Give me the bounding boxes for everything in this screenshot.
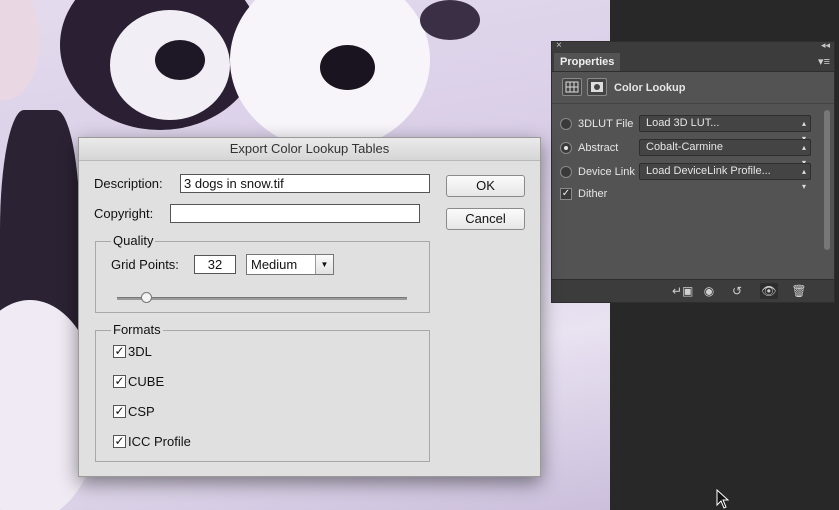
select-abstract[interactable]: Cobalt-Carmine▴▾ [639, 139, 811, 167]
quality-slider-track[interactable] [117, 297, 407, 300]
view-previous-state-icon[interactable]: ◉ [700, 283, 718, 299]
grid-points-label: Grid Points: [111, 257, 179, 272]
radio-device-link[interactable] [560, 166, 572, 178]
copyright-label: Copyright: [94, 206, 154, 221]
cancel-button[interactable]: Cancel [446, 208, 525, 230]
format-label: CSP [128, 404, 155, 419]
format-3dl-checkbox[interactable]: ✓ [113, 345, 126, 358]
collapse-panel-icon[interactable]: ◂◂ [821, 40, 830, 51]
radio-3dlut-file[interactable] [560, 118, 572, 130]
close-panel-icon[interactable]: × [556, 40, 562, 51]
trash-icon[interactable]: 🗑 [790, 283, 808, 299]
ok-button[interactable]: OK [446, 175, 525, 197]
quality-slider-thumb[interactable] [140, 292, 152, 303]
quality-group-title: Quality [111, 233, 156, 248]
format-label: ICC Profile [128, 434, 191, 449]
row-label: Abstract [578, 142, 619, 154]
mouse-cursor-icon [716, 489, 730, 509]
tab-properties[interactable]: Properties [554, 53, 621, 71]
select-device-link[interactable]: Load DeviceLink Profile... ▴ ▾ [639, 163, 811, 191]
layer-mask-icon[interactable] [587, 78, 607, 96]
chevron-down-icon: ▼ [315, 255, 333, 274]
row-label: 3DLUT File [578, 118, 634, 130]
row-dither: ✓ Dither [560, 185, 822, 203]
properties-panel: × ◂◂ Properties ▾≡ Color Lookup 3DLUT Fi… [551, 40, 835, 303]
dither-label: Dither [578, 188, 608, 200]
format-label: CUBE [128, 374, 165, 389]
panel-tab-row: Properties ▾≡ [552, 53, 834, 72]
format-icc-profile-checkbox[interactable]: ✓ [113, 435, 126, 448]
panel-menu-icon[interactable]: ▾≡ [818, 55, 830, 68]
formats-group-title: Formats [111, 322, 163, 337]
visibility-eye-icon[interactable]: 👁 [760, 283, 778, 299]
format-cube-checkbox[interactable]: ✓ [113, 375, 126, 388]
row-label: Device Link [578, 166, 635, 178]
export-color-lookup-dialog: Export Color Lookup Tables Description: … [78, 137, 541, 477]
panel-scrollbar[interactable] [824, 110, 830, 250]
copyright-field[interactable] [170, 204, 420, 223]
quality-preset-select[interactable]: Medium ▼ [246, 254, 334, 275]
description-label: Description: [94, 176, 163, 191]
dialog-title: Export Color Lookup Tables [79, 138, 540, 161]
properties-header: Color Lookup [552, 73, 834, 104]
formats-group: Formats ✓ 3DL ✓ CUBE ✓ CSP ✓ ICC Profile [95, 322, 430, 462]
clip-to-layer-icon[interactable]: ↵▣ [672, 283, 693, 299]
row-device-link: Device Link Load DeviceLink Profile... ▴ ▾ [560, 163, 822, 191]
select-3dlut-file[interactable]: Load 3D LUT...▴▾ [639, 115, 811, 143]
adjustment-layer-icon[interactable] [562, 78, 582, 96]
reset-icon[interactable]: ↺ [728, 283, 746, 299]
row-3dlut-file: 3DLUT File Load 3D LUT...▴▾ [560, 115, 822, 143]
description-field[interactable]: 3 dogs in snow.tif [180, 174, 430, 193]
quality-group: Quality Grid Points: 32 Medium ▼ [95, 233, 430, 313]
panel-bottom-toolbar: ↵▣ ◉ ↺ 👁 🗑 [552, 279, 834, 302]
properties-title: Color Lookup [614, 82, 686, 94]
row-abstract: Abstract Cobalt-Carmine▴▾ [560, 139, 822, 167]
format-csp-checkbox[interactable]: ✓ [113, 405, 126, 418]
grid-points-field[interactable]: 32 [194, 255, 236, 274]
dither-checkbox[interactable]: ✓ [560, 188, 572, 200]
radio-abstract[interactable] [560, 142, 572, 154]
format-label: 3DL [128, 344, 152, 359]
panel-topbar: × ◂◂ [552, 40, 834, 53]
